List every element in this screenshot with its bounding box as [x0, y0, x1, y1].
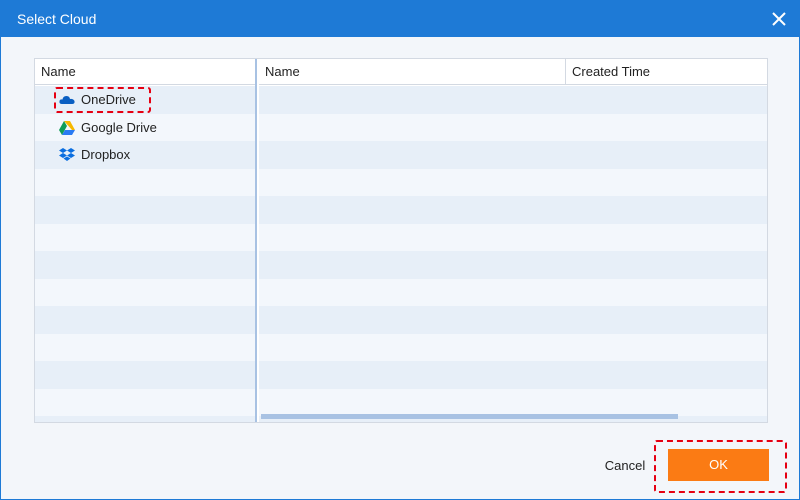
left-name-column-header[interactable]: Name: [35, 59, 255, 85]
select-cloud-dialog: Select Cloud Name OneDrive Google Drive …: [0, 0, 800, 500]
google-drive-icon: [59, 120, 75, 135]
cloud-item-google-drive[interactable]: Google Drive: [35, 114, 255, 142]
cloud-label-google-drive: Google Drive: [81, 119, 157, 135]
table-row: [259, 251, 767, 279]
list-item[interactable]: OneDrive: [35, 86, 255, 114]
list-row: [35, 251, 255, 279]
list-row: [35, 168, 255, 196]
close-button[interactable]: [769, 9, 789, 29]
list-row: [35, 388, 255, 416]
table-row: [259, 306, 767, 334]
horizontal-scrollbar-thumb[interactable]: [261, 414, 678, 419]
created-time-column-header[interactable]: Created Time: [565, 59, 767, 85]
cancel-button[interactable]: Cancel: [599, 453, 651, 479]
list-row: [35, 278, 255, 306]
right-name-column-header[interactable]: Name: [259, 59, 565, 85]
list-row: [35, 196, 255, 224]
ok-button[interactable]: OK: [668, 449, 769, 481]
table-row: [259, 196, 767, 224]
onedrive-icon: [59, 96, 75, 104]
list-item[interactable]: Google Drive: [35, 113, 255, 142]
horizontal-scrollbar[interactable]: [259, 414, 767, 420]
list-row: [35, 333, 255, 361]
list-row: [35, 223, 255, 251]
table-row: [259, 86, 767, 114]
table-row: [259, 361, 767, 389]
cloud-label-onedrive: OneDrive: [81, 92, 136, 107]
close-icon: [772, 12, 786, 26]
title-bar: Select Cloud: [1, 1, 799, 37]
list-row: [35, 306, 255, 334]
file-list-pane: Name Created Time: [259, 59, 767, 422]
table-row: [259, 113, 767, 141]
list-item[interactable]: Dropbox: [35, 141, 255, 169]
cloud-label-dropbox: Dropbox: [81, 147, 131, 162]
dropbox-icon: [59, 148, 75, 161]
file-rows: [259, 86, 767, 422]
left-rows: OneDrive Google Drive Dropbox: [35, 86, 255, 422]
table-row: [259, 168, 767, 196]
dialog-title: Select Cloud: [17, 11, 97, 27]
list-row: [35, 416, 255, 422]
table-row: [259, 333, 767, 361]
table-row: [259, 278, 767, 306]
cloud-tree-pane: Name OneDrive Google Drive Dropbox: [35, 59, 257, 422]
cloud-list-panel: Name OneDrive Google Drive Dropbox Name …: [34, 58, 768, 423]
table-row: [259, 223, 767, 251]
cloud-item-onedrive[interactable]: OneDrive: [35, 86, 255, 114]
table-row: [259, 141, 767, 169]
cloud-item-dropbox[interactable]: Dropbox: [35, 141, 255, 169]
list-row: [35, 361, 255, 389]
table-row: [259, 388, 767, 416]
